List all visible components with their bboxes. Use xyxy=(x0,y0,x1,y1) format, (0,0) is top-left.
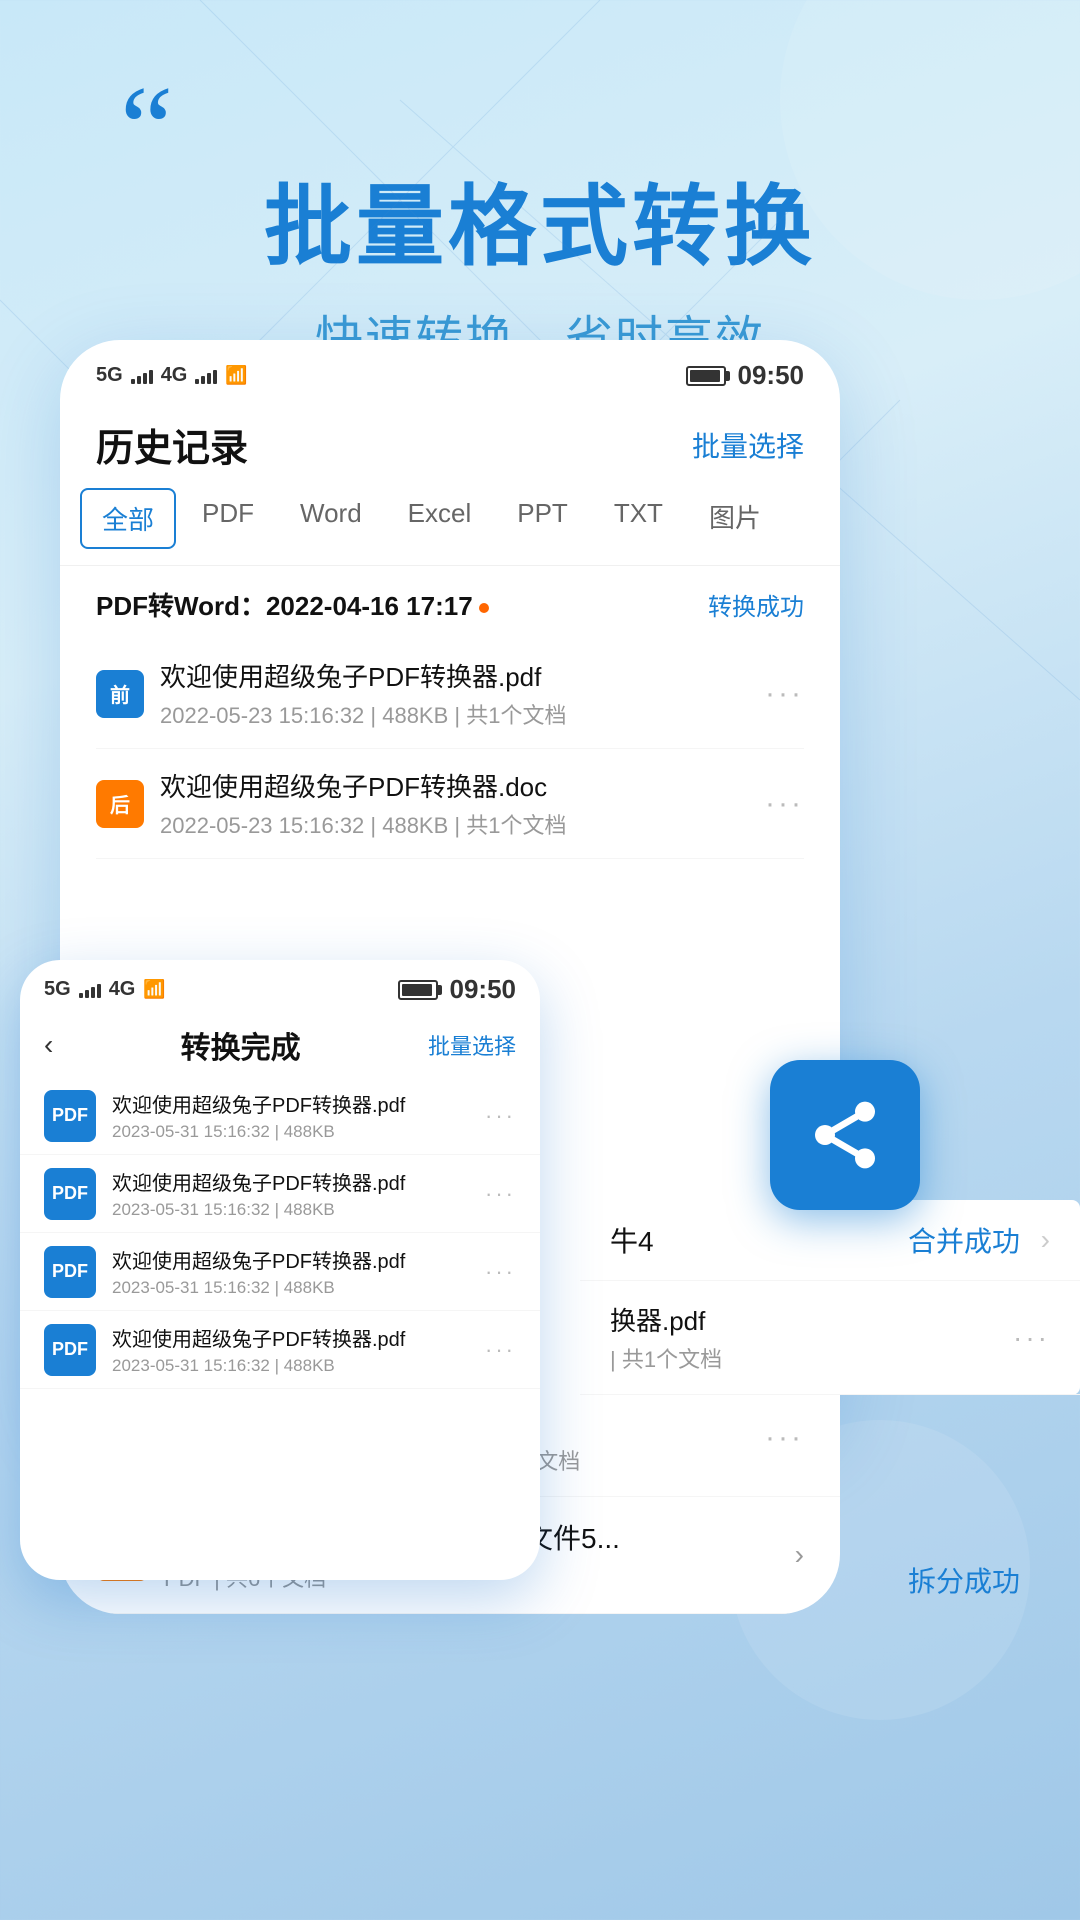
signal-bars-4g xyxy=(195,368,217,384)
tab-ppt[interactable]: PPT xyxy=(497,488,588,549)
history-date-title: PDF转Word：2022-04-16 17:17 xyxy=(96,586,489,623)
phone-secondary-mockup: 5G 4G 📶 09:50 ‹ 转换完成 批量选择 PDF 欢迎使用超级兔子PD… xyxy=(20,960,540,1580)
status-right-secondary: 09:50 xyxy=(398,974,517,1005)
tab-bar: 全部 PDF Word Excel PPT TXT 图片 xyxy=(60,488,840,566)
secondary-file-name-3: 欢迎使用超级兔子PDF转换器.pdf xyxy=(112,1245,469,1274)
secondary-more-1[interactable]: ··· xyxy=(485,1103,516,1129)
secondary-file-name-2: 欢迎使用超级兔子PDF转换器.pdf xyxy=(112,1167,469,1196)
batch-select-button[interactable]: 批量选择 xyxy=(692,425,804,465)
file-meta-pdf: 2022-05-23 15:16:32 | 488KB | 共1个文档 xyxy=(160,698,749,730)
pdf-badge-3: PDF xyxy=(44,1246,96,1298)
secondary-file-info-4: 欢迎使用超级兔子PDF转换器.pdf 2023-05-31 15:16:32 |… xyxy=(112,1323,469,1376)
secondary-file-meta-2: 2023-05-31 15:16:32 | 488KB xyxy=(112,1200,469,1220)
headline: 批量格式转换 xyxy=(60,156,1020,283)
secondary-file-meta-4: 2023-05-31 15:16:32 | 488KB xyxy=(112,1356,469,1376)
right-item-2-info: 换器.pdf | 共1个文档 xyxy=(610,1301,1001,1374)
file-more-button-2[interactable]: ··· xyxy=(765,787,804,821)
battery-secondary xyxy=(398,980,438,1000)
file-item-doc[interactable]: 后 欢迎使用超级兔子PDF转换器.doc 2022-05-23 15:16:32… xyxy=(96,749,804,859)
status-bar-left: 5G 4G 📶 xyxy=(96,364,248,387)
merge-success-label: 合并成功 xyxy=(908,1220,1020,1260)
file-meta-doc: 2022-05-23 15:16:32 | 488KB | 共1个文档 xyxy=(160,808,749,840)
signal-bars-main xyxy=(131,368,153,384)
file-name-pdf: 欢迎使用超级兔子PDF转换器.pdf xyxy=(160,657,749,694)
bottom-more[interactable]: ··· xyxy=(765,1421,804,1455)
file-info-doc: 欢迎使用超级兔子PDF转换器.doc 2022-05-23 15:16:32 |… xyxy=(160,767,749,840)
wifi-icon-secondary: 📶 xyxy=(143,979,165,1000)
secondary-file-1[interactable]: PDF 欢迎使用超级兔子PDF转换器.pdf 2023-05-31 15:16:… xyxy=(20,1077,540,1155)
network-4g: 4G xyxy=(161,364,188,387)
right-item-2[interactable]: 换器.pdf | 共1个文档 ··· xyxy=(580,1281,1080,1395)
tab-word[interactable]: Word xyxy=(280,488,382,549)
pdf-badge-2: PDF xyxy=(44,1168,96,1220)
clock-time: 09:50 xyxy=(738,360,805,391)
file-name-doc: 欢迎使用超级兔子PDF转换器.doc xyxy=(160,767,749,804)
history-date-header: PDF转Word：2022-04-16 17:17 转换成功 xyxy=(96,586,804,623)
combined-chevron: › xyxy=(795,1539,804,1571)
app-header-main: 历史记录 批量选择 xyxy=(60,401,840,488)
file-item-pdf[interactable]: 前 欢迎使用超级兔子PDF转换器.pdf 2022-05-23 15:16:32… xyxy=(96,639,804,749)
secondary-title: 转换完成 xyxy=(181,1023,301,1067)
right-item-2-meta: | 共1个文档 xyxy=(610,1342,1001,1374)
status-bar-secondary: 5G 4G 📶 09:50 xyxy=(20,960,540,1013)
status-left-secondary: 5G 4G 📶 xyxy=(44,978,166,1001)
tab-pdf[interactable]: PDF xyxy=(182,488,274,549)
pdf-badge-4: PDF xyxy=(44,1324,96,1376)
secondary-file-2[interactable]: PDF 欢迎使用超级兔子PDF转换器.pdf 2023-05-31 15:16:… xyxy=(20,1155,540,1233)
battery-icon xyxy=(686,366,726,386)
tab-image[interactable]: 图片 xyxy=(689,488,781,549)
tab-txt[interactable]: TXT xyxy=(594,488,683,549)
status-bar-main: 5G 4G 📶 09:50 xyxy=(60,340,840,401)
secondary-file-name-1: 欢迎使用超级兔子PDF转换器.pdf xyxy=(112,1089,469,1118)
right-chevron-1: › xyxy=(1041,1224,1050,1256)
secondary-file-meta-3: 2023-05-31 15:16:32 | 488KB xyxy=(112,1278,469,1298)
share-merge-button[interactable] xyxy=(770,1060,920,1210)
batch-select-secondary[interactable]: 批量选择 xyxy=(428,1029,516,1061)
wifi-icon: 📶 xyxy=(225,365,247,386)
tab-excel[interactable]: Excel xyxy=(388,488,492,549)
secondary-file-info-1: 欢迎使用超级兔子PDF转换器.pdf 2023-05-31 15:16:32 |… xyxy=(112,1089,469,1142)
signal-secondary xyxy=(79,982,101,998)
network-5g: 5G xyxy=(96,364,123,387)
secondary-more-4[interactable]: ··· xyxy=(485,1337,516,1363)
time-secondary: 09:50 xyxy=(450,974,517,1005)
secondary-file-info-3: 欢迎使用超级兔子PDF转换器.pdf 2023-05-31 15:16:32 |… xyxy=(112,1245,469,1298)
conversion-status: 转换成功 xyxy=(708,587,804,622)
history-group: PDF转Word：2022-04-16 17:17 转换成功 前 欢迎使用超级兔… xyxy=(60,566,840,869)
notification-dot xyxy=(479,603,489,613)
file-info-pdf: 欢迎使用超级兔子PDF转换器.pdf 2022-05-23 15:16:32 |… xyxy=(160,657,749,730)
pdf-badge-1: PDF xyxy=(44,1090,96,1142)
back-button[interactable]: ‹ xyxy=(44,1029,53,1061)
secondary-more-2[interactable]: ··· xyxy=(485,1181,516,1207)
right-more-2[interactable]: ··· xyxy=(1013,1322,1050,1354)
file-more-button[interactable]: ··· xyxy=(765,677,804,711)
tab-all[interactable]: 全部 xyxy=(80,488,176,549)
secondary-file-4[interactable]: PDF 欢迎使用超级兔子PDF转换器.pdf 2023-05-31 15:16:… xyxy=(20,1311,540,1389)
share-icon xyxy=(805,1095,885,1175)
app-title: 历史记录 xyxy=(96,417,248,472)
secondary-file-meta-1: 2023-05-31 15:16:32 | 488KB xyxy=(112,1122,469,1142)
app-header-secondary: ‹ 转换完成 批量选择 xyxy=(20,1013,540,1077)
file-badge-after: 后 xyxy=(96,780,144,828)
secondary-more-3[interactable]: ··· xyxy=(485,1259,516,1285)
network-4g-secondary: 4G xyxy=(109,978,136,1001)
split-success-label: 拆分成功 xyxy=(908,1560,1020,1600)
secondary-file-info-2: 欢迎使用超级兔子PDF转换器.pdf 2023-05-31 15:16:32 |… xyxy=(112,1167,469,1220)
status-bar-right: 09:50 xyxy=(686,360,805,391)
network-5g-secondary: 5G xyxy=(44,978,71,1001)
file-badge-before: 前 xyxy=(96,670,144,718)
secondary-file-name-4: 欢迎使用超级兔子PDF转换器.pdf xyxy=(112,1323,469,1352)
secondary-file-3[interactable]: PDF 欢迎使用超级兔子PDF转换器.pdf 2023-05-31 15:16:… xyxy=(20,1233,540,1311)
right-item-2-name: 换器.pdf xyxy=(610,1301,1001,1338)
